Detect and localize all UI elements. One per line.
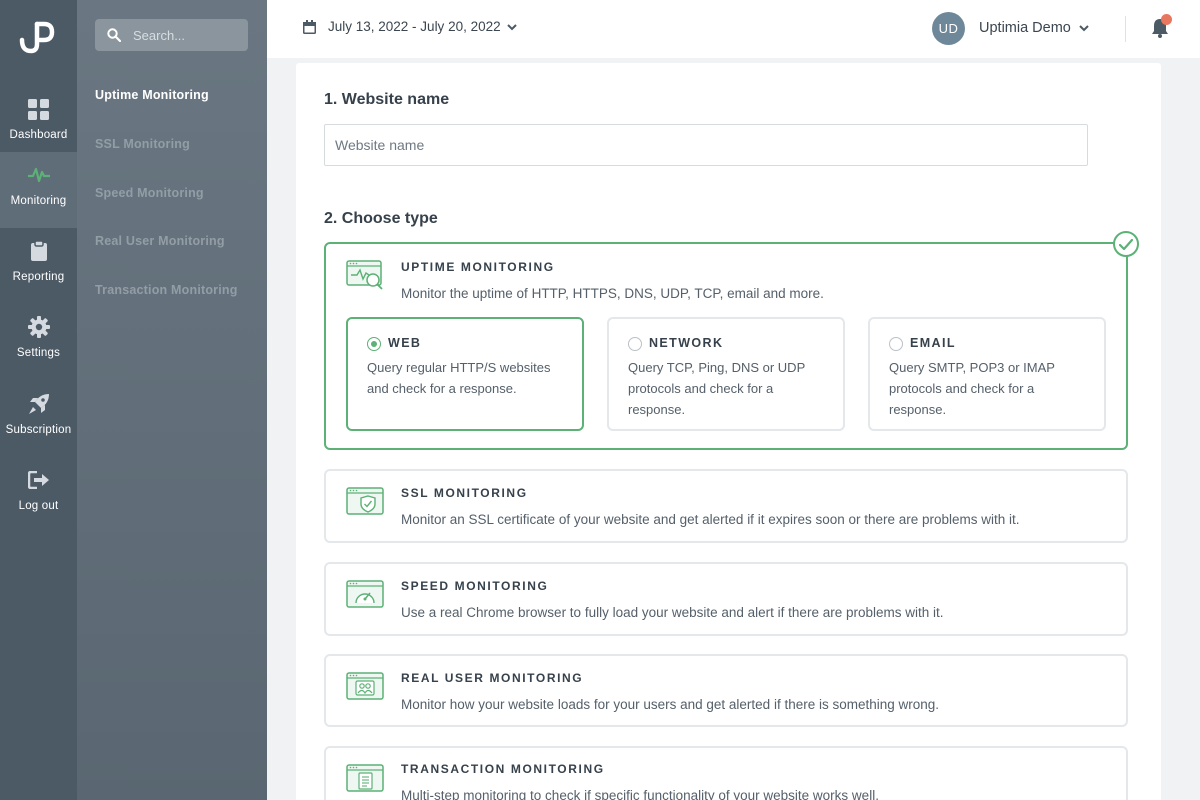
rail-label-logout: Log out [18,500,59,512]
search-box[interactable] [95,19,248,51]
rail-item-dashboard[interactable]: Dashboard [0,86,77,162]
subnav-item-ssl[interactable]: SSL Monitoring [95,137,190,151]
rocket-icon [28,393,50,415]
subtype-title-web: WEB [388,336,422,350]
type-title-ssl: SSL MONITORING [401,486,528,500]
rail-item-subscription[interactable]: Subscription [0,381,77,457]
rail-item-settings[interactable]: Settings [0,304,77,380]
subnav-item-speed[interactable]: Speed Monitoring [95,186,204,200]
avatar[interactable]: UD [932,12,965,45]
speedometer-icon [346,580,384,608]
rail-label-subscription: Subscription [5,424,72,436]
user-menu[interactable]: Uptimia Demo [979,20,1089,36]
type-title-real-user: REAL USER MONITORING [401,671,584,685]
rail-item-logout[interactable]: Log out [0,457,77,533]
uptime-monitor-icon [346,260,383,290]
type-title-uptime: UPTIME MONITORING [401,260,555,274]
type-desc-uptime: Monitor the uptime of HTTP, HTTPS, DNS, … [401,286,824,301]
subtype-title-network: NETWORK [649,336,724,350]
subnav-item-transaction[interactable]: Transaction Monitoring [95,283,238,297]
type-card-real-user[interactable]: REAL USER MONITORING Monitor how your we… [324,654,1128,727]
chevron-down-icon [1079,25,1089,32]
users-icon [346,672,384,700]
type-title-transaction: TRANSACTION MONITORING [401,762,605,776]
type-title-speed: SPEED MONITORING [401,579,549,593]
subnav-item-real-user[interactable]: Real User Monitoring [95,234,225,248]
subtype-card-web[interactable]: WEB Query regular HTTP/S websites and ch… [346,317,584,431]
rail-label-settings: Settings [16,347,61,359]
type-card-uptime[interactable]: UPTIME MONITORING Monitor the uptime of … [324,231,1139,450]
chevron-down-icon [506,23,517,30]
pulse-icon [27,164,50,186]
notifications-button[interactable] [1151,14,1172,38]
radio-network[interactable] [628,337,642,351]
subtype-card-network[interactable]: NETWORK Query TCP, Ping, DNS or UDP prot… [607,317,845,431]
new-monitor-form: 1. Website name 2. Choose type UPTIME MO… [296,63,1161,800]
dashboard-icon [28,98,50,120]
gear-icon [27,316,50,338]
type-desc-real-user: Monitor how your website loads for your … [401,697,940,712]
clipboard-icon [28,240,50,262]
document-list-icon [346,764,384,792]
section-website-name-title: 1. Website name [324,91,450,108]
icon-rail: Dashboard Monitoring Reporting Settings … [0,0,77,800]
monitoring-subnav: Uptime Monitoring SSL Monitoring Speed M… [77,0,267,800]
divider [1125,16,1126,42]
calendar-icon [303,19,316,34]
subtype-desc-web: Query regular HTTP/S websites and check … [367,360,551,396]
rail-label-dashboard: Dashboard [9,129,68,141]
selected-check-icon [1113,231,1139,257]
user-name: Uptimia Demo [979,20,1071,36]
website-name-input[interactable] [324,124,1088,166]
rail-item-monitoring[interactable]: Monitoring [0,152,77,228]
notification-dot [1161,14,1172,25]
date-range-text: July 13, 2022 - July 20, 2022 [328,19,501,34]
subtype-card-email[interactable]: EMAIL Query SMTP, POP3 or IMAP protocols… [868,317,1106,431]
type-desc-ssl: Monitor an SSL certificate of your websi… [401,512,1020,527]
type-card-ssl[interactable]: SSL MONITORING Monitor an SSL certificat… [324,469,1128,543]
radio-email[interactable] [889,337,903,351]
search-icon [107,28,121,42]
section-choose-type-title: 2. Choose type [324,210,438,227]
up-logo-icon[interactable] [18,20,56,54]
type-desc-speed: Use a real Chrome browser to fully load … [401,605,944,620]
rail-label-monitoring: Monitoring [10,195,67,207]
type-desc-transaction: Multi-step monitoring to check if specif… [401,788,879,800]
subtype-title-email: EMAIL [910,336,956,350]
subtype-desc-email: Query SMTP, POP3 or IMAP protocols and c… [889,360,1055,417]
logout-icon [27,469,50,491]
search-input[interactable] [133,27,243,43]
subtype-desc-network: Query TCP, Ping, DNS or UDP protocols an… [628,360,806,417]
rail-item-reporting[interactable]: Reporting [0,228,77,304]
subnav-item-uptime[interactable]: Uptime Monitoring [95,88,209,102]
date-range-picker[interactable]: July 13, 2022 - July 20, 2022 [303,19,517,34]
top-bar: July 13, 2022 - July 20, 2022 UD Uptimia… [267,0,1200,58]
type-card-transaction[interactable]: TRANSACTION MONITORING Multi-step monito… [324,746,1128,800]
type-card-speed[interactable]: SPEED MONITORING Use a real Chrome brows… [324,562,1128,636]
radio-web[interactable] [367,337,381,351]
ssl-shield-icon [346,487,384,515]
rail-label-reporting: Reporting [12,271,65,283]
